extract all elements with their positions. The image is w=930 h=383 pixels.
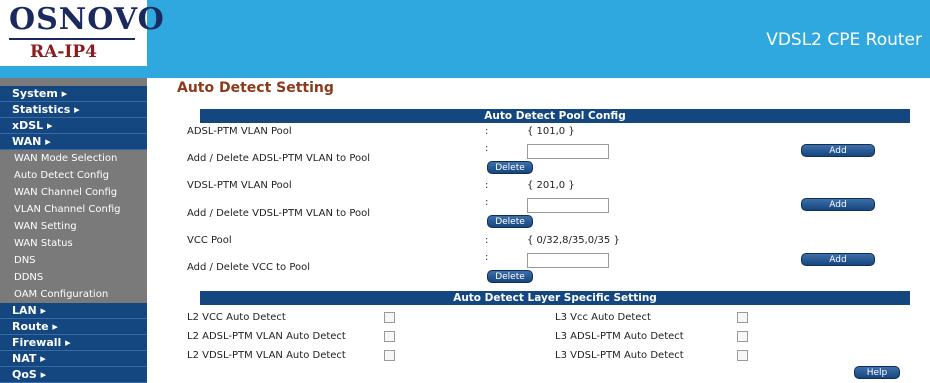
sidebar-item-wan-status[interactable]: WAN Status <box>0 235 147 252</box>
sidebar-item-nat[interactable]: NAT ▸ <box>0 351 147 367</box>
adsl-ptm-vlan-pool-value: { 101,0 } <box>527 126 575 137</box>
vdsl-ptm-vlan-pool-value: { 201,0 } <box>527 180 575 191</box>
colon: : <box>485 252 489 263</box>
add-delete-vcc-label: Add / Delete VCC to Pool <box>187 262 311 273</box>
vcc-pool-label: VCC Pool <box>187 235 232 246</box>
logo-divider <box>9 38 135 40</box>
colon: : <box>485 143 489 154</box>
l2-vcc-auto-detect-label: L2 VCC Auto Detect <box>187 312 286 323</box>
colon: : <box>485 180 489 191</box>
add-adsl-ptm-vlan-button[interactable]: Add <box>801 144 875 157</box>
logo-model-text: RA-IP4 <box>30 42 97 62</box>
sidebar-item-wan[interactable]: WAN ▸ <box>0 134 147 150</box>
l2-adsl-ptm-vlan-auto-detect-label: L2 ADSL-PTM VLAN Auto Detect <box>187 331 346 342</box>
sidebar-item-dns[interactable]: DNS <box>0 252 147 269</box>
add-delete-vdsl-ptm-vlan-label: Add / Delete VDSL-PTM VLAN to Pool <box>187 208 371 219</box>
logo-main-text: OSNOVO <box>9 2 165 37</box>
add-vcc-button[interactable]: Add <box>801 253 875 266</box>
vcc-input[interactable] <box>527 253 609 268</box>
sidebar-spacer <box>0 78 147 86</box>
pool-config-heading: Auto Detect Pool Config <box>200 109 910 123</box>
colon: : <box>485 235 489 246</box>
adsl-ptm-vlan-pool-label: ADSL-PTM VLAN Pool <box>187 126 292 137</box>
add-delete-adsl-ptm-vlan-label: Add / Delete ADSL-PTM VLAN to Pool <box>187 153 371 164</box>
adsl-ptm-vlan-input[interactable] <box>527 144 609 159</box>
brand-logo: OSNOVO RA-IP4 <box>0 0 164 66</box>
delete-adsl-ptm-vlan-button[interactable]: Delete <box>487 161 533 174</box>
sidebar-item-wan-channel-config[interactable]: WAN Channel Config <box>0 184 147 201</box>
delete-vdsl-ptm-vlan-button[interactable]: Delete <box>487 215 533 228</box>
sidebar-item-oam-configuration[interactable]: OAM Configuration <box>0 286 147 303</box>
l2-vdsl-ptm-vlan-auto-detect-label: L2 VDSL-PTM VLAN Auto Detect <box>187 350 346 361</box>
sidebar-item-statistics[interactable]: Statistics ▸ <box>0 102 147 118</box>
l2-vdsl-ptm-vlan-auto-detect-checkbox[interactable] <box>384 350 395 361</box>
sidebar-item-firewall[interactable]: Firewall ▸ <box>0 335 147 351</box>
vcc-pool-value: { 0/32,8/35,0/35 } <box>527 235 620 246</box>
sidebar-item-xdsl[interactable]: xDSL ▸ <box>0 118 147 134</box>
sidebar-item-route[interactable]: Route ▸ <box>0 319 147 335</box>
sidebar-item-wan-mode-selection[interactable]: WAN Mode Selection <box>0 150 147 167</box>
sidebar-item-qos[interactable]: QoS ▸ <box>0 367 147 383</box>
l2-vcc-auto-detect-checkbox[interactable] <box>384 312 395 323</box>
sidebar-item-lan[interactable]: LAN ▸ <box>0 303 147 319</box>
l2-adsl-ptm-vlan-auto-detect-checkbox[interactable] <box>384 331 395 342</box>
add-vdsl-ptm-vlan-button[interactable]: Add <box>801 198 875 211</box>
l3-vcc-auto-detect-label: L3 Vcc Auto Detect <box>555 312 651 323</box>
layer-setting-heading: Auto Detect Layer Specific Setting <box>200 291 910 305</box>
l3-vcc-auto-detect-checkbox[interactable] <box>737 312 748 323</box>
sidebar-item-auto-detect-config[interactable]: Auto Detect Config <box>0 167 147 184</box>
sidebar-item-vlan-channel-config[interactable]: VLAN Channel Config <box>0 201 147 218</box>
l3-vdsl-ptm-auto-detect-checkbox[interactable] <box>737 350 748 361</box>
page-title: Auto Detect Setting <box>177 80 334 96</box>
main-content: Auto Detect Setting Auto Detect Pool Con… <box>147 78 930 379</box>
sidebar-item-system[interactable]: System ▸ <box>0 86 147 102</box>
sidebar-item-ddns[interactable]: DDNS <box>0 269 147 286</box>
colon: : <box>485 126 489 137</box>
delete-vcc-button[interactable]: Delete <box>487 270 533 283</box>
vdsl-ptm-vlan-input[interactable] <box>527 198 609 213</box>
header-bar: OSNOVO RA-IP4 VDSL2 CPE Router <box>0 0 930 78</box>
sidebar-item-wan-setting[interactable]: WAN Setting <box>0 218 147 235</box>
l3-adsl-ptm-auto-detect-checkbox[interactable] <box>737 331 748 342</box>
product-name: VDSL2 CPE Router <box>766 30 922 50</box>
l3-adsl-ptm-auto-detect-label: L3 ADSL-PTM Auto Detect <box>555 331 684 342</box>
colon: : <box>485 197 489 208</box>
vdsl-ptm-vlan-pool-label: VDSL-PTM VLAN Pool <box>187 180 292 191</box>
l3-vdsl-ptm-auto-detect-label: L3 VDSL-PTM Auto Detect <box>555 350 684 361</box>
help-button[interactable]: Help <box>854 366 900 379</box>
sidebar-nav: System ▸ Statistics ▸ xDSL ▸ WAN ▸ WAN M… <box>0 78 147 383</box>
